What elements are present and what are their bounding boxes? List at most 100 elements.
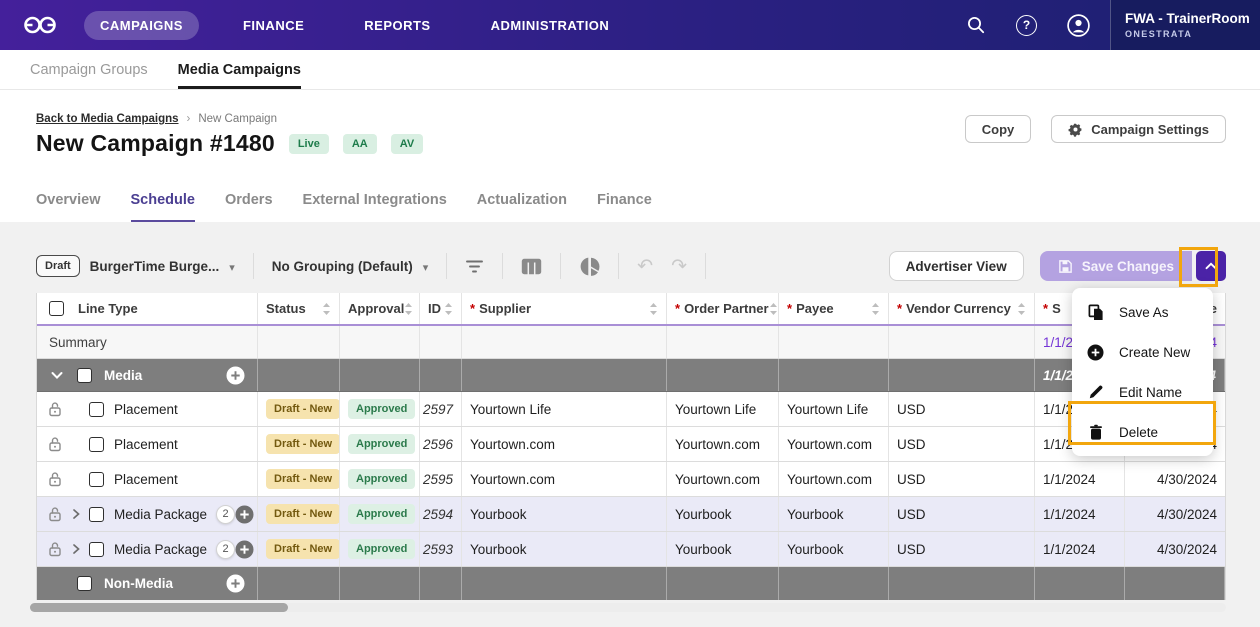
sort-icon[interactable]: [769, 302, 778, 316]
brand-logo-icon[interactable]: [22, 13, 58, 37]
advertiser-view-button[interactable]: Advertiser View: [889, 251, 1024, 281]
grouping-selector[interactable]: No Grouping (Default): [272, 259, 429, 274]
add-line-icon[interactable]: [226, 574, 245, 593]
topnav-item-finance[interactable]: FINANCE: [227, 11, 320, 40]
currency-cell[interactable]: USD: [889, 497, 1035, 531]
copy-button[interactable]: Copy: [965, 115, 1032, 143]
user-avatar-icon[interactable]: [1067, 14, 1090, 37]
group-non-media-checkbox[interactable]: [77, 576, 92, 591]
end-date-cell[interactable]: 4/30/2024: [1125, 462, 1225, 496]
tab-finance[interactable]: Finance: [597, 192, 652, 222]
payee-cell[interactable]: Yourbook: [779, 497, 889, 531]
currency-cell[interactable]: USD: [889, 532, 1035, 566]
pie-chart-icon[interactable]: [579, 256, 600, 277]
order-partner-cell[interactable]: Yourtown Life: [667, 392, 779, 426]
topnav-item-reports[interactable]: REPORTS: [348, 11, 446, 40]
add-line-icon[interactable]: [226, 366, 245, 385]
sort-icon[interactable]: [444, 302, 453, 316]
sort-icon[interactable]: [871, 302, 880, 316]
menu-item-create-new[interactable]: Create New: [1072, 332, 1213, 372]
header-order-partner[interactable]: * Order Partner: [667, 293, 779, 324]
columns-icon[interactable]: [521, 258, 542, 275]
add-line-icon[interactable]: [235, 540, 254, 559]
row-checkbox[interactable]: [89, 402, 104, 417]
start-date-cell[interactable]: 1/1/2024: [1035, 532, 1125, 566]
add-line-icon[interactable]: [235, 505, 254, 524]
header-status[interactable]: Status: [258, 293, 340, 324]
help-icon[interactable]: [1016, 15, 1037, 36]
currency-cell[interactable]: USD: [889, 427, 1035, 461]
row-checkbox[interactable]: [89, 507, 104, 522]
save-changes-button[interactable]: Save Changes: [1040, 251, 1192, 281]
order-partner-cell[interactable]: Yourtown.com: [667, 427, 779, 461]
tab-orders[interactable]: Orders: [225, 192, 273, 222]
currency-cell[interactable]: USD: [889, 462, 1035, 496]
payee-cell[interactable]: Yourbook: [779, 532, 889, 566]
secondary-navigation: Campaign Groups Media Campaigns: [0, 50, 1260, 90]
currency-cell[interactable]: USD: [889, 392, 1035, 426]
row-checkbox[interactable]: [89, 437, 104, 452]
tab-actualization[interactable]: Actualization: [477, 192, 567, 222]
sort-icon[interactable]: [1017, 302, 1026, 316]
row-checkbox[interactable]: [89, 542, 104, 557]
tab-campaign-groups[interactable]: Campaign Groups: [30, 50, 148, 89]
order-partner-cell[interactable]: Yourbook: [667, 497, 779, 531]
order-partner-cell[interactable]: Yourtown.com: [667, 462, 779, 496]
supplier-cell[interactable]: Yourtown.com: [462, 427, 667, 461]
supplier-cell[interactable]: Yourtown.com: [462, 462, 667, 496]
sort-icon[interactable]: [322, 302, 331, 316]
row-checkbox[interactable]: [89, 472, 104, 487]
tab-media-campaigns[interactable]: Media Campaigns: [178, 50, 301, 89]
payee-cell[interactable]: Yourtown.com: [779, 427, 889, 461]
select-all-checkbox[interactable]: [49, 301, 64, 316]
order-partner-cell[interactable]: Yourbook: [667, 532, 779, 566]
header-supplier[interactable]: * Supplier: [462, 293, 667, 324]
header-vendor-currency[interactable]: * Vendor Currency: [889, 293, 1035, 324]
unlock-icon[interactable]: [47, 506, 63, 522]
header-approval[interactable]: Approval: [340, 293, 420, 324]
payee-cell[interactable]: Yourtown Life: [779, 392, 889, 426]
horizontal-scrollbar[interactable]: [30, 603, 1226, 612]
unlock-icon[interactable]: [47, 541, 63, 557]
line-type-label: Media Package: [114, 507, 207, 522]
undo-icon[interactable]: [637, 257, 653, 276]
menu-item-delete[interactable]: Delete: [1072, 412, 1213, 452]
group-media-checkbox[interactable]: [77, 368, 92, 383]
unlock-icon[interactable]: [47, 401, 63, 417]
menu-item-save-as[interactable]: Save As: [1072, 292, 1213, 332]
search-icon[interactable]: [966, 15, 986, 35]
breadcrumb-back-link[interactable]: Back to Media Campaigns: [36, 113, 179, 125]
payee-cell[interactable]: Yourtown.com: [779, 462, 889, 496]
header-payee[interactable]: * Payee: [779, 293, 889, 324]
supplier-cell[interactable]: Yourbook: [462, 497, 667, 531]
menu-item-edit-name[interactable]: Edit Name: [1072, 372, 1213, 412]
version-selector[interactable]: BurgerTime Burge...: [90, 259, 235, 274]
redo-icon[interactable]: [671, 257, 687, 276]
filter-icon[interactable]: [465, 259, 484, 274]
start-date-cell[interactable]: 1/1/2024: [1035, 497, 1125, 531]
unlock-icon[interactable]: [47, 436, 63, 452]
toolbar-right: Advertiser View Save Changes: [889, 251, 1226, 281]
supplier-cell[interactable]: Yourtown Life: [462, 392, 667, 426]
tab-schedule[interactable]: Schedule: [131, 192, 195, 222]
chevron-down-icon[interactable]: [51, 371, 63, 380]
gear-icon: [1068, 122, 1083, 137]
topnav-item-campaigns[interactable]: CAMPAIGNS: [84, 11, 199, 40]
save-options-arrow-button[interactable]: [1196, 251, 1226, 281]
tab-external-integrations[interactable]: External Integrations: [303, 192, 447, 222]
campaign-settings-button[interactable]: Campaign Settings: [1051, 115, 1226, 143]
header-id[interactable]: ID: [420, 293, 462, 324]
scrollbar-thumb[interactable]: [30, 603, 288, 612]
tab-overview[interactable]: Overview: [36, 192, 101, 222]
start-date-cell[interactable]: 1/1/2024: [1035, 462, 1125, 496]
supplier-cell[interactable]: Yourbook: [462, 532, 667, 566]
end-date-cell[interactable]: 4/30/2024: [1125, 497, 1225, 531]
sort-icon[interactable]: [649, 302, 658, 316]
chevron-right-icon[interactable]: [63, 508, 89, 520]
topnav-item-administration[interactable]: ADMINISTRATION: [475, 11, 626, 40]
unlock-icon[interactable]: [47, 471, 63, 487]
chevron-right-icon[interactable]: [63, 543, 89, 555]
account-block[interactable]: FWA - TrainerRoom ONESTRATA: [1110, 0, 1260, 50]
sort-icon[interactable]: [404, 302, 413, 316]
end-date-cell[interactable]: 4/30/2024: [1125, 532, 1225, 566]
